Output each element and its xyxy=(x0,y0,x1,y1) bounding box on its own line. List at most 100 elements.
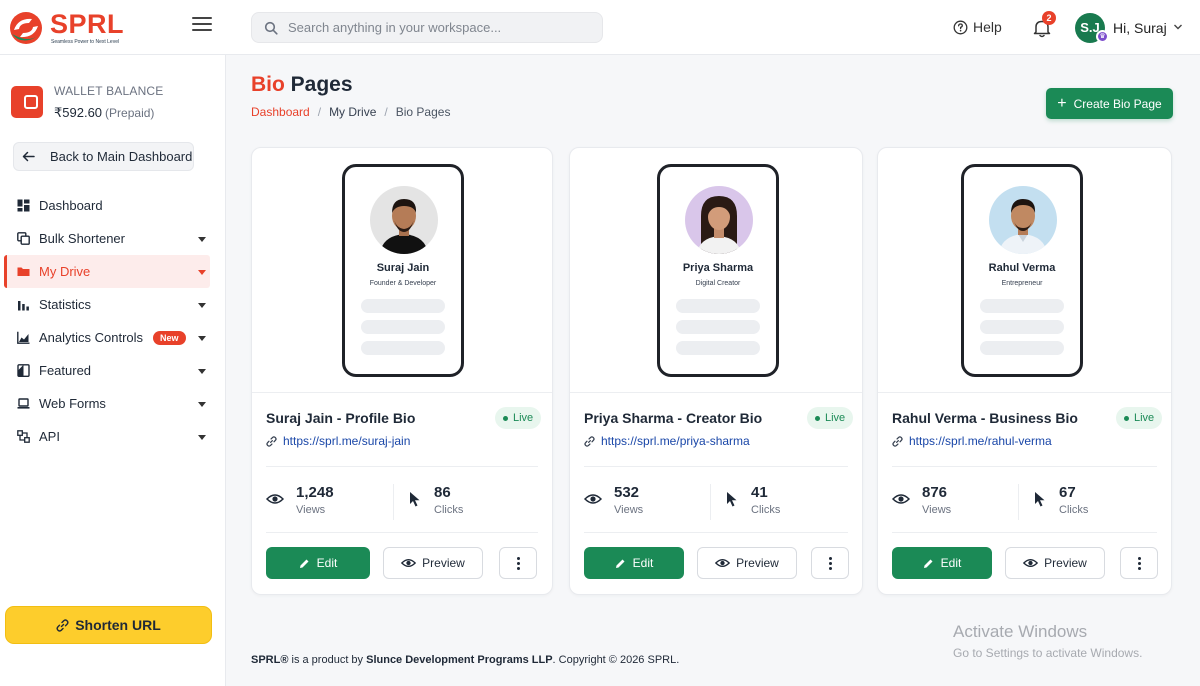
back-button-label: Back to Main Dashboard xyxy=(50,149,193,164)
shorten-url-button[interactable]: Shorten URL xyxy=(5,606,212,644)
sidebar-item-my-drive[interactable]: My Drive xyxy=(4,255,210,288)
live-dot-icon xyxy=(1124,415,1129,421)
phone-person-name: Rahul Verma xyxy=(988,262,1056,274)
bio-page-link[interactable]: https://sprl.me/priya-sharma xyxy=(584,434,750,448)
breadcrumb-my-drive[interactable]: My Drive xyxy=(329,105,376,119)
link-icon xyxy=(892,435,903,447)
eye-icon xyxy=(584,494,602,504)
sidebar-item-bulk-shortener[interactable]: Bulk Shortener xyxy=(4,222,210,255)
question-circle-icon xyxy=(953,20,968,34)
wallet-icon xyxy=(11,86,43,118)
bio-page-url: https://sprl.me/rahul-verma xyxy=(909,434,1052,448)
placeholder-bar xyxy=(361,299,445,313)
sprl-logo-icon xyxy=(10,12,42,44)
featured-icon xyxy=(17,364,30,377)
divider xyxy=(892,532,1157,533)
bio-card-title: Priya Sharma - Creator Bio xyxy=(584,410,763,426)
footer-copyright: . Copyright © 2026 SPRL. xyxy=(552,654,680,666)
clicks-label: Clicks xyxy=(751,504,781,516)
eye-icon xyxy=(1023,559,1039,567)
watermark-subtitle: Go to Settings to activate Windows. xyxy=(953,646,1143,660)
status-badge: Live xyxy=(495,407,542,429)
search-input[interactable] xyxy=(288,13,588,42)
notification-count-badge: 2 xyxy=(1042,11,1056,25)
sidebar: WALLET BALANCE ₹592.60 (Prepaid) Back to … xyxy=(0,55,226,686)
edit-button[interactable]: Edit xyxy=(892,547,992,579)
chevron-down-icon xyxy=(198,435,206,440)
divider xyxy=(266,466,538,467)
breadcrumb-dashboard[interactable]: Dashboard xyxy=(251,105,310,119)
preview-button[interactable]: Preview xyxy=(383,547,483,579)
more-options-icon[interactable] xyxy=(499,547,537,579)
phone-mockup: Priya Sharma Digital Creator xyxy=(657,164,779,377)
footer: SPRL® is a product by Slunce Development… xyxy=(251,654,679,666)
preview-label: Preview xyxy=(736,556,779,570)
sidebar-item-api[interactable]: API xyxy=(4,420,210,453)
pencil-icon xyxy=(923,559,933,568)
back-to-dashboard-button[interactable]: Back to Main Dashboard xyxy=(13,142,194,171)
folder-icon xyxy=(17,267,30,276)
sidebar-item-dashboard[interactable]: Dashboard xyxy=(4,189,210,222)
placeholder-bar xyxy=(676,299,760,313)
area-chart-icon xyxy=(17,331,30,344)
phone-person-name: Priya Sharma xyxy=(682,262,754,274)
api-icon xyxy=(17,430,30,443)
profile-photo xyxy=(685,186,753,254)
views-count: 532 xyxy=(614,484,640,501)
pencil-icon xyxy=(615,559,625,568)
bar-chart-icon xyxy=(18,301,29,311)
page-title-rest: Pages xyxy=(290,73,353,96)
crown-badge-icon: ♛ xyxy=(1096,30,1109,43)
sidebar-item-statistics[interactable]: Statistics xyxy=(4,288,210,321)
page-title: Bio Pages xyxy=(251,73,353,97)
more-options-icon[interactable] xyxy=(1120,547,1158,579)
edit-button[interactable]: Edit xyxy=(266,547,370,579)
stat-divider xyxy=(1018,484,1019,520)
chevron-down-icon[interactable] xyxy=(1173,23,1183,31)
status-badge: Live xyxy=(807,407,854,429)
pencil-icon xyxy=(299,559,309,568)
phone-person-role: Founder & Developer xyxy=(369,280,437,287)
footer-brand: SPRL® xyxy=(251,654,289,666)
more-options-icon[interactable] xyxy=(811,547,849,579)
edit-label: Edit xyxy=(940,556,962,570)
user-greeting[interactable]: Hi, Suraj xyxy=(1113,20,1167,36)
bio-page-link[interactable]: https://sprl.me/rahul-verma xyxy=(892,434,1052,448)
clicks-count: 86 xyxy=(434,484,451,501)
sidebar-item-analytics-controls[interactable]: Analytics Controls New xyxy=(4,321,210,354)
edit-label: Edit xyxy=(632,556,654,570)
views-count: 876 xyxy=(922,484,948,501)
breadcrumb: Dashboard / My Drive / Bio Pages xyxy=(251,105,450,119)
card-preview-area: Rahul Verma Entrepreneur xyxy=(878,148,1171,393)
help-button[interactable]: Help xyxy=(953,17,1002,37)
link-icon xyxy=(584,435,595,447)
footer-text: is a product by xyxy=(288,654,367,666)
stat-divider xyxy=(393,484,394,520)
edit-label: Edit xyxy=(316,556,338,570)
footer-company: Slunce Development Programs LLP xyxy=(366,654,553,666)
bio-page-url: https://sprl.me/priya-sharma xyxy=(601,434,750,448)
sidebar-item-label: Web Forms xyxy=(39,396,106,411)
eye-icon xyxy=(715,559,731,567)
bio-page-link[interactable]: https://sprl.me/suraj-jain xyxy=(266,434,410,448)
preview-button[interactable]: Preview xyxy=(697,547,797,579)
sidebar-nav: Dashboard Bulk Shortener My Drive Statis… xyxy=(4,189,210,453)
brand-logo[interactable]: SPRL Seamless Power to Next Level xyxy=(8,8,134,48)
profile-photo xyxy=(370,186,438,254)
create-bio-page-label: Create Bio Page xyxy=(1073,96,1162,111)
sidebar-item-label: My Drive xyxy=(39,264,91,279)
hamburger-menu-icon[interactable] xyxy=(192,17,212,33)
views-label: Views xyxy=(296,504,326,516)
preview-button[interactable]: Preview xyxy=(1005,547,1105,579)
sidebar-item-featured[interactable]: Featured xyxy=(4,354,210,387)
edit-button[interactable]: Edit xyxy=(584,547,684,579)
divider xyxy=(584,532,848,533)
sidebar-item-web-forms[interactable]: Web Forms xyxy=(4,387,210,420)
status-label: Live xyxy=(513,412,534,424)
clicks-label: Clicks xyxy=(1059,504,1089,516)
sidebar-item-label: Analytics Controls xyxy=(39,330,144,345)
status-label: Live xyxy=(1134,412,1155,424)
create-bio-page-button[interactable]: + Create Bio Page xyxy=(1046,88,1173,119)
bio-card: Suraj Jain Founder & Developer Suraj Jai… xyxy=(251,147,553,595)
bio-card-title: Suraj Jain - Profile Bio xyxy=(266,410,416,426)
